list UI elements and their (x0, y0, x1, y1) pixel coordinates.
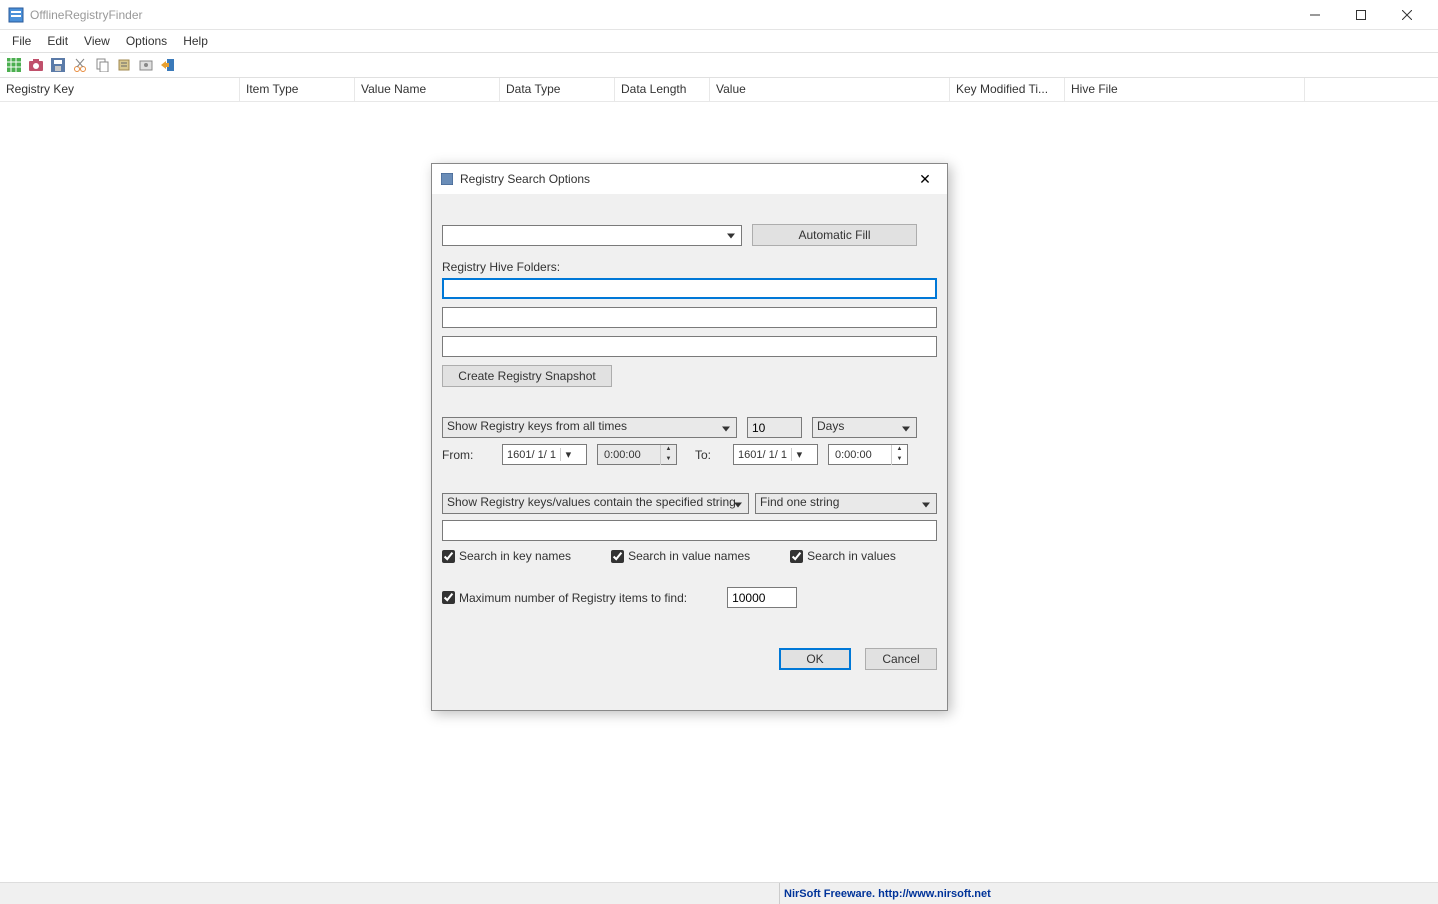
toolbar-settings-icon[interactable] (136, 55, 156, 75)
hive-folder-input-1[interactable] (442, 278, 937, 299)
col-value[interactable]: Value (710, 78, 950, 101)
toolbar-cut-icon[interactable] (70, 55, 90, 75)
search-options-dialog: Registry Search Options ✕ Automatic Fill… (431, 163, 948, 711)
statusbar-left (0, 883, 780, 904)
to-time-input[interactable]: 0:00:00▲▼ (828, 444, 908, 465)
column-headers: Registry Key Item Type Value Name Data T… (0, 78, 1438, 102)
menu-view[interactable]: View (76, 32, 118, 50)
time-unit-combo[interactable]: Days (812, 417, 917, 438)
time-filter-combo[interactable]: Show Registry keys from all times (442, 417, 737, 438)
col-registry-key[interactable]: Registry Key (0, 78, 240, 101)
search-values-checkbox[interactable]: Search in values (790, 549, 896, 563)
close-button[interactable] (1384, 0, 1430, 30)
menubar: File Edit View Options Help (0, 30, 1438, 52)
maximize-button[interactable] (1338, 0, 1384, 30)
hive-folder-input-3[interactable] (442, 336, 937, 357)
toolbar-exit-icon[interactable] (158, 55, 178, 75)
search-valuenames-checkbox[interactable]: Search in value names (611, 549, 750, 563)
calendar-icon[interactable]: ▾ (560, 448, 576, 461)
create-snapshot-button[interactable]: Create Registry Snapshot (442, 365, 612, 387)
window-title: OfflineRegistryFinder (30, 8, 1292, 22)
from-date-input[interactable]: 1601/ 1/ 1▾ (502, 444, 587, 465)
menu-file[interactable]: File (4, 32, 39, 50)
max-items-checkbox[interactable]: Maximum number of Registry items to find… (442, 591, 687, 605)
titlebar: OfflineRegistryFinder (0, 0, 1438, 30)
col-value-name[interactable]: Value Name (355, 78, 500, 101)
toolbar-camera-icon[interactable] (26, 55, 46, 75)
menu-options[interactable]: Options (118, 32, 175, 50)
col-hive-file[interactable]: Hive File (1065, 78, 1305, 101)
calendar-icon[interactable]: ▾ (791, 448, 807, 461)
toolbar-grid-icon[interactable] (4, 55, 24, 75)
ok-button[interactable]: OK (779, 648, 851, 670)
menu-help[interactable]: Help (175, 32, 216, 50)
to-date-input[interactable]: 1601/ 1/ 1▾ (733, 444, 818, 465)
toolbar (0, 52, 1438, 78)
find-mode-combo[interactable]: Find one string (755, 493, 937, 514)
from-label: From: (442, 448, 492, 462)
automatic-fill-button[interactable]: Automatic Fill (752, 224, 917, 246)
toolbar-properties-icon[interactable] (114, 55, 134, 75)
to-label: To: (695, 448, 723, 462)
dialog-titlebar: Registry Search Options ✕ (432, 164, 947, 194)
search-string-input[interactable] (442, 520, 937, 541)
dialog-close-button[interactable]: ✕ (911, 168, 939, 190)
max-items-input[interactable] (727, 587, 797, 608)
statusbar-credit: NirSoft Freeware. http://www.nirsoft.net (780, 888, 991, 900)
col-item-type[interactable]: Item Type (240, 78, 355, 101)
col-data-type[interactable]: Data Type (500, 78, 615, 101)
source-combo[interactable] (442, 225, 742, 246)
dialog-icon (440, 172, 454, 186)
hive-folder-input-2[interactable] (442, 307, 937, 328)
statusbar: NirSoft Freeware. http://www.nirsoft.net (0, 882, 1438, 904)
minimize-button[interactable] (1292, 0, 1338, 30)
search-keynames-checkbox[interactable]: Search in key names (442, 549, 571, 563)
cancel-button[interactable]: Cancel (865, 648, 937, 670)
app-icon (8, 7, 24, 23)
col-key-modified[interactable]: Key Modified Ti... (950, 78, 1065, 101)
from-time-input[interactable]: 0:00:00▲▼ (597, 444, 677, 465)
contain-filter-combo[interactable]: Show Registry keys/values contain the sp… (442, 493, 749, 514)
toolbar-save-icon[interactable] (48, 55, 68, 75)
time-number-input[interactable] (747, 417, 802, 438)
col-data-length[interactable]: Data Length (615, 78, 710, 101)
dialog-title: Registry Search Options (460, 172, 911, 186)
toolbar-copy-icon[interactable] (92, 55, 112, 75)
menu-edit[interactable]: Edit (39, 32, 76, 50)
hive-folders-label: Registry Hive Folders: (442, 260, 937, 274)
